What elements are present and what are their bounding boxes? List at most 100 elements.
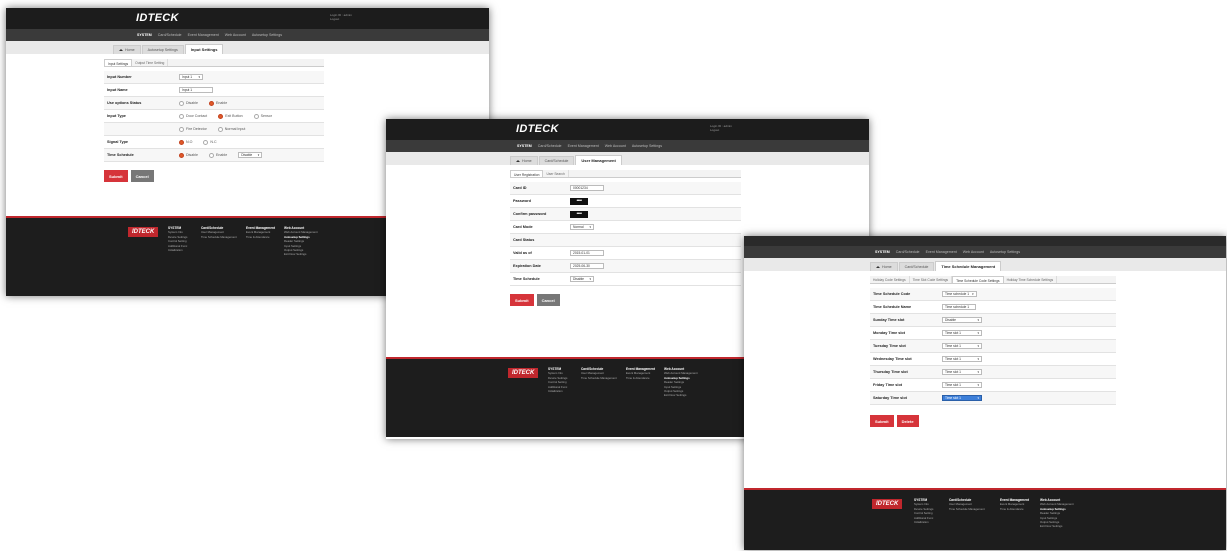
radio-nc[interactable] xyxy=(203,139,209,145)
footer-link[interactable]: Exit Door Settings xyxy=(664,393,698,397)
footer-link[interactable]: Time & Attendance xyxy=(246,235,275,239)
confirm-password-field[interactable]: •••• xyxy=(570,210,588,218)
footer-link[interactable]: Initialization xyxy=(548,389,567,393)
wednesday-slot-select[interactable]: Time slot 1 ▾ xyxy=(942,356,982,362)
footer-link[interactable]: Exit Door Settings xyxy=(284,252,318,256)
tab-input-settings[interactable]: Input Settings xyxy=(104,59,133,66)
crumb-home[interactable]: Home xyxy=(510,156,538,165)
input-name-field[interactable]: Input 1 xyxy=(179,87,213,93)
footer-link[interactable]: Control Setting xyxy=(914,511,933,515)
tab-holiday-schedule[interactable]: Holiday Time Schedule Settings xyxy=(1004,276,1058,283)
schedule-name-field[interactable]: Time schedule 1 xyxy=(942,304,976,310)
radio-disable[interactable] xyxy=(179,100,184,106)
radio-label: Normal Input xyxy=(224,127,246,131)
radio-enable[interactable] xyxy=(209,100,214,106)
menu-event-management[interactable]: Event Management xyxy=(188,33,219,37)
logout-link[interactable]: Logout xyxy=(330,17,352,21)
menu-card-schedule[interactable]: Card/Schedule xyxy=(896,250,920,254)
footer-link[interactable]: Initialization xyxy=(914,520,933,524)
card-id-field[interactable]: 00001234 xyxy=(570,185,604,191)
footer-link[interactable]: Control Setting xyxy=(168,239,187,243)
radio-door-contact[interactable] xyxy=(179,113,184,119)
radio-schedule-enable[interactable] xyxy=(209,152,214,158)
radio-fire-detector[interactable] xyxy=(179,126,184,132)
tab-user-registration[interactable]: User Registration xyxy=(510,170,544,177)
footer-link[interactable]: Time & Attendance xyxy=(626,376,655,380)
thursday-slot-select[interactable]: Time slot 1 ▾ xyxy=(942,369,982,375)
crumb-current[interactable]: Time Schedule Management xyxy=(935,261,1002,271)
tab-user-search[interactable]: User Search xyxy=(543,170,569,177)
footer-col-event: Event Management Event Management Time & A… xyxy=(626,367,655,380)
saturday-slot-select[interactable]: Time slot 1 ▾ xyxy=(942,395,982,401)
menu-autosetup[interactable]: Autosetup Settings xyxy=(252,33,282,37)
menu-system[interactable]: SYSTEM xyxy=(517,144,532,148)
tuesday-slot-select[interactable]: Time slot 1 ▾ xyxy=(942,343,982,349)
radio-schedule-disable[interactable] xyxy=(179,152,184,158)
menu-autosetup[interactable]: Autosetup Settings xyxy=(632,144,662,148)
field-label: Time Schedule Name xyxy=(873,305,912,309)
menu-event-management[interactable]: Event Management xyxy=(926,250,957,254)
valid-date-field[interactable]: 2015-01-01 xyxy=(570,250,604,256)
expiration-date-field[interactable]: 2025-06-30 xyxy=(570,263,604,269)
menu-web-account[interactable]: Web Account xyxy=(605,144,626,148)
tab-time-slot-code[interactable]: Time Slot Code Settings xyxy=(910,276,953,283)
menu-web-account[interactable]: Web Account xyxy=(225,33,246,37)
delete-button[interactable]: Delete xyxy=(896,415,919,427)
tab-holiday-code[interactable]: Holiday Code Settings xyxy=(870,276,910,283)
menu-system[interactable]: SYSTEM xyxy=(875,250,890,254)
brand-logo: IDTECK xyxy=(136,12,179,24)
cancel-button[interactable]: Cancel xyxy=(536,294,560,306)
chevron-down-icon: ▾ xyxy=(589,225,591,229)
footer-link[interactable]: Time Schedule Management xyxy=(581,376,617,380)
crumb-home[interactable]: Home xyxy=(870,262,898,271)
sunday-slot-select[interactable]: Disable ▾ xyxy=(942,317,982,323)
submit-button[interactable]: Submit xyxy=(104,170,128,182)
time-schedule-select[interactable]: Disable ▾ xyxy=(238,152,263,158)
footer-link[interactable]: Time & Attendance xyxy=(1000,507,1029,511)
footer-link[interactable]: Time Schedule Management xyxy=(949,507,985,511)
radio-no[interactable] xyxy=(179,139,184,145)
select-value: Disable xyxy=(945,318,956,322)
menu-web-account[interactable]: Web Account xyxy=(963,250,984,254)
crumb-section[interactable]: Card/Schedule xyxy=(538,156,575,165)
tab-output-time[interactable]: Output Time Setting xyxy=(132,59,169,66)
crumb-section[interactable]: Card/Schedule xyxy=(898,262,935,271)
footer-link[interactable]: Exit Door Settings xyxy=(1040,524,1074,528)
field-label: Confirm password xyxy=(513,212,547,216)
field-label: Friday Time slot xyxy=(873,383,903,387)
crumb-current[interactable]: User Management xyxy=(575,155,622,165)
schedule-code-select[interactable]: Time schedule 1 ▾ xyxy=(942,291,977,297)
breadcrumb: Home Autosetup Settings Input Settings xyxy=(6,41,489,54)
main-menu: SYSTEM Card/Schedule Event Management We… xyxy=(6,29,489,41)
logout-link[interactable]: Logout xyxy=(710,128,732,132)
menu-autosetup[interactable]: Autosetup Settings xyxy=(990,250,1020,254)
footer-link[interactable]: Initialization xyxy=(168,248,187,252)
monday-slot-select[interactable]: Time slot 1 ▾ xyxy=(942,330,982,336)
menu-system[interactable]: SYSTEM xyxy=(137,33,152,37)
home-icon xyxy=(516,160,520,162)
password-field[interactable]: •••• xyxy=(570,197,588,205)
input-number-select[interactable]: Input 1 ▾ xyxy=(179,74,203,80)
cancel-button[interactable]: Cancel xyxy=(130,170,154,182)
time-schedule-select[interactable]: Disable ▾ xyxy=(570,276,594,282)
crumb-home[interactable]: Home xyxy=(113,45,141,54)
radio-label: Enable xyxy=(216,101,228,105)
radio-sensor[interactable] xyxy=(253,113,259,119)
chevron-down-icon: ▾ xyxy=(977,344,979,348)
menu-card-schedule[interactable]: Card/Schedule xyxy=(158,33,182,37)
crumb-current[interactable]: Input Settings xyxy=(184,44,224,54)
submit-button[interactable]: Submit xyxy=(510,294,534,306)
card-mode-select[interactable]: Normal ▾ xyxy=(570,224,594,230)
footer-link[interactable]: Time Schedule Management xyxy=(201,235,237,239)
footer-link[interactable]: Control Setting xyxy=(548,380,567,384)
radio-normal-input[interactable] xyxy=(217,126,223,132)
menu-card-schedule[interactable]: Card/Schedule xyxy=(538,144,562,148)
menu-event-management[interactable]: Event Management xyxy=(568,144,599,148)
form-row: Monday Time slot Time slot 1 ▾ xyxy=(870,327,1116,340)
friday-slot-select[interactable]: Time slot 1 ▾ xyxy=(942,382,982,388)
submit-button[interactable]: Submit xyxy=(870,415,894,427)
crumb-section[interactable]: Autosetup Settings xyxy=(141,45,184,54)
tab-time-schedule-code[interactable]: Time Schedule Code Settings xyxy=(952,276,1004,283)
radio-exit-button[interactable] xyxy=(218,113,224,119)
main-content: Holiday Code Settings Time Slot Code Set… xyxy=(744,271,1226,427)
